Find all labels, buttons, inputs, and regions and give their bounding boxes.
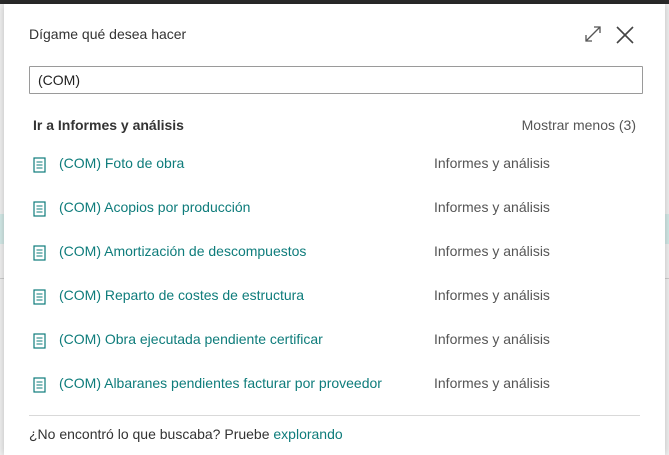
footer-divider — [29, 415, 640, 416]
result-item[interactable]: (COM) Foto de obra Informes y análisis — [29, 144, 640, 184]
section-header: Ir a Informes y análisis — [33, 117, 184, 133]
result-category: Informes y análisis — [434, 375, 550, 391]
explore-link[interactable]: explorando — [273, 426, 342, 442]
result-category: Informes y análisis — [434, 243, 550, 259]
result-item[interactable]: (COM) Obra ejecutada pendiente certifica… — [29, 320, 640, 360]
result-label: (COM) Albaranes pendientes facturar por … — [59, 375, 382, 391]
report-document-icon — [33, 245, 46, 261]
background-line-right — [665, 278, 669, 279]
result-label: (COM) Reparto de costes de estructura — [59, 287, 305, 303]
result-category: Informes y análisis — [434, 331, 550, 347]
result-label: (COM) Foto de obra — [59, 155, 185, 171]
report-document-icon — [33, 157, 46, 173]
report-document-icon — [33, 333, 46, 349]
tell-me-dialog: Dígame qué desea hacer Ir a Informes y a… — [4, 4, 665, 455]
result-category: Informes y análisis — [434, 199, 550, 215]
result-category: Informes y análisis — [434, 155, 550, 171]
background-highlight-right — [665, 214, 669, 244]
report-document-icon — [33, 201, 46, 217]
result-item[interactable]: (COM) Acopios por producción Informes y … — [29, 188, 640, 228]
footer-text: ¿No encontró lo que buscaba? Pruebe — [29, 426, 274, 442]
result-category: Informes y análisis — [434, 287, 550, 303]
result-label: (COM) Obra ejecutada pendiente certifica… — [59, 331, 323, 347]
report-document-icon — [33, 377, 46, 393]
expand-icon[interactable] — [583, 24, 603, 44]
result-label: (COM) Acopios por producción — [59, 199, 251, 215]
result-label: (COM) Amortización de descompuestos — [59, 243, 307, 259]
result-item[interactable]: (COM) Reparto de costes de estructura In… — [29, 276, 640, 316]
show-less-link[interactable]: Mostrar menos (3) — [522, 117, 636, 133]
result-item[interactable]: (COM) Albaranes pendientes facturar por … — [29, 364, 640, 404]
close-icon[interactable] — [614, 24, 636, 46]
footer: ¿No encontró lo que buscaba? Pruebe expl… — [29, 426, 343, 442]
search-input[interactable] — [29, 66, 643, 94]
dialog-title: Dígame qué desea hacer — [29, 26, 187, 42]
result-item[interactable]: (COM) Amortización de descompuestos Info… — [29, 232, 640, 272]
report-document-icon — [33, 289, 46, 305]
